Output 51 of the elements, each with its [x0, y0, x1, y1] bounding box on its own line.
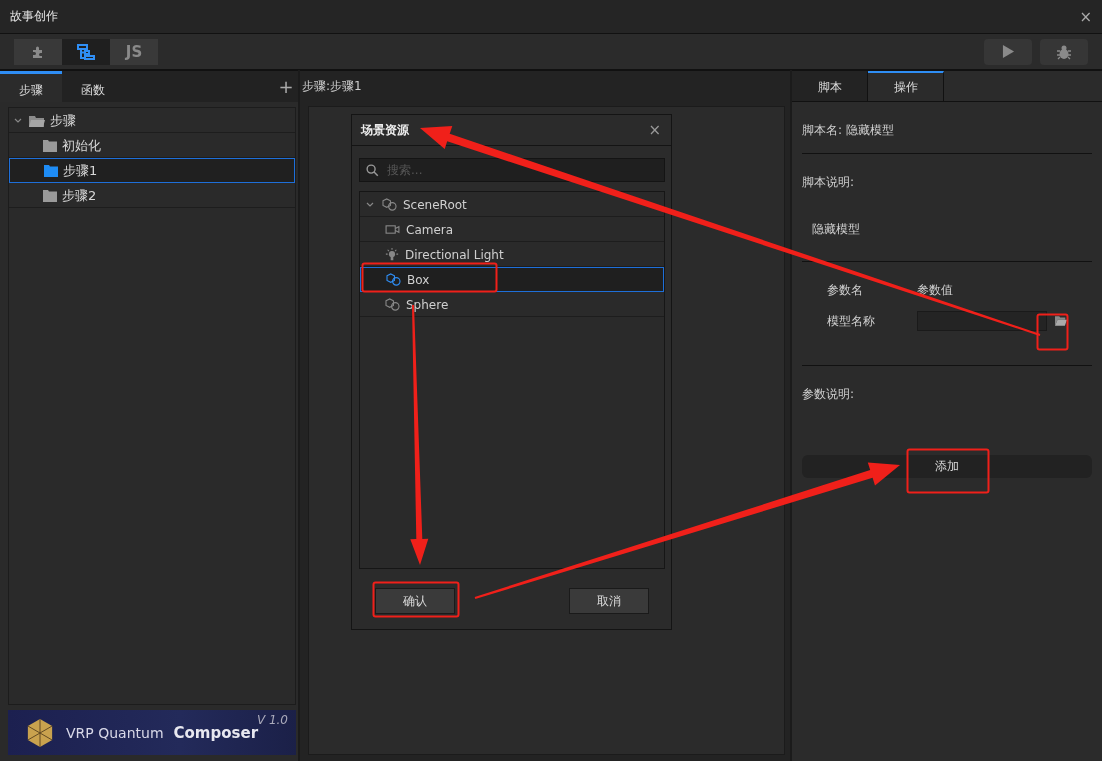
cube-logo-icon	[26, 717, 54, 748]
parameter-name: 模型名称	[827, 312, 876, 330]
add-button[interactable]: 添加	[802, 455, 1092, 478]
script-description: 隐藏模型	[811, 221, 861, 238]
flowchart-icon	[77, 43, 95, 60]
tree-item[interactable]: Box	[360, 267, 664, 292]
camera-icon	[385, 224, 400, 235]
run-button[interactable]	[984, 38, 1032, 65]
folder-icon	[29, 114, 45, 127]
light-bulb-icon	[385, 247, 399, 262]
play-icon	[1001, 44, 1015, 59]
tree-item[interactable]: Camera	[360, 217, 664, 242]
folder-icon	[44, 164, 58, 177]
section-label: 参数说明:	[802, 386, 856, 403]
highlight-frame	[1036, 313, 1069, 351]
breadcrumb: 步骤:步骤1	[302, 78, 362, 95]
node-icon	[385, 298, 400, 311]
tree-item[interactable]: 步骤	[9, 108, 295, 133]
debug-button[interactable]	[1040, 38, 1088, 65]
close-button[interactable]: ×	[1079, 7, 1092, 26]
brand-name: VRP Quantum	[66, 724, 164, 741]
search-icon	[366, 164, 379, 177]
input-field[interactable]	[917, 311, 1047, 331]
plugin-tool-button[interactable]	[14, 38, 62, 65]
panel-tab[interactable]: 脚本	[792, 71, 868, 101]
chevron-icon[interactable]	[14, 117, 22, 124]
close-button[interactable]: ×	[648, 121, 661, 139]
version-label: V 1.0	[256, 713, 288, 727]
script-name: 脚本名: 隐藏模型	[802, 122, 895, 139]
column-header: 参数名	[827, 282, 864, 299]
folder-icon	[1055, 316, 1067, 326]
panel-tab[interactable]: 操作	[868, 71, 944, 101]
bug-icon	[1056, 43, 1072, 60]
folder-icon	[43, 139, 57, 152]
window-title: 故事创作	[10, 8, 58, 25]
tree-item[interactable]: 步骤2	[9, 183, 295, 208]
add-button[interactable]: +	[276, 71, 296, 102]
panel-tab[interactable]: 步骤	[0, 71, 62, 102]
dialog-title: 场景资源	[361, 121, 409, 139]
cancel-button[interactable]: 取消	[569, 588, 649, 614]
node-icon	[382, 198, 397, 211]
node-icon	[386, 273, 401, 286]
tree-item[interactable]: Sphere	[360, 292, 664, 317]
panel-tab[interactable]: 函数	[62, 71, 124, 102]
section-label: 脚本说明:	[802, 174, 856, 191]
flowchart-tool-button[interactable]	[62, 38, 110, 65]
confirm-button[interactable]: 确认	[375, 588, 455, 614]
chevron-icon[interactable]	[366, 201, 374, 208]
tree-item[interactable]: 步骤1	[9, 158, 295, 183]
product-name: Composer	[173, 723, 259, 742]
folder-icon	[43, 189, 57, 202]
